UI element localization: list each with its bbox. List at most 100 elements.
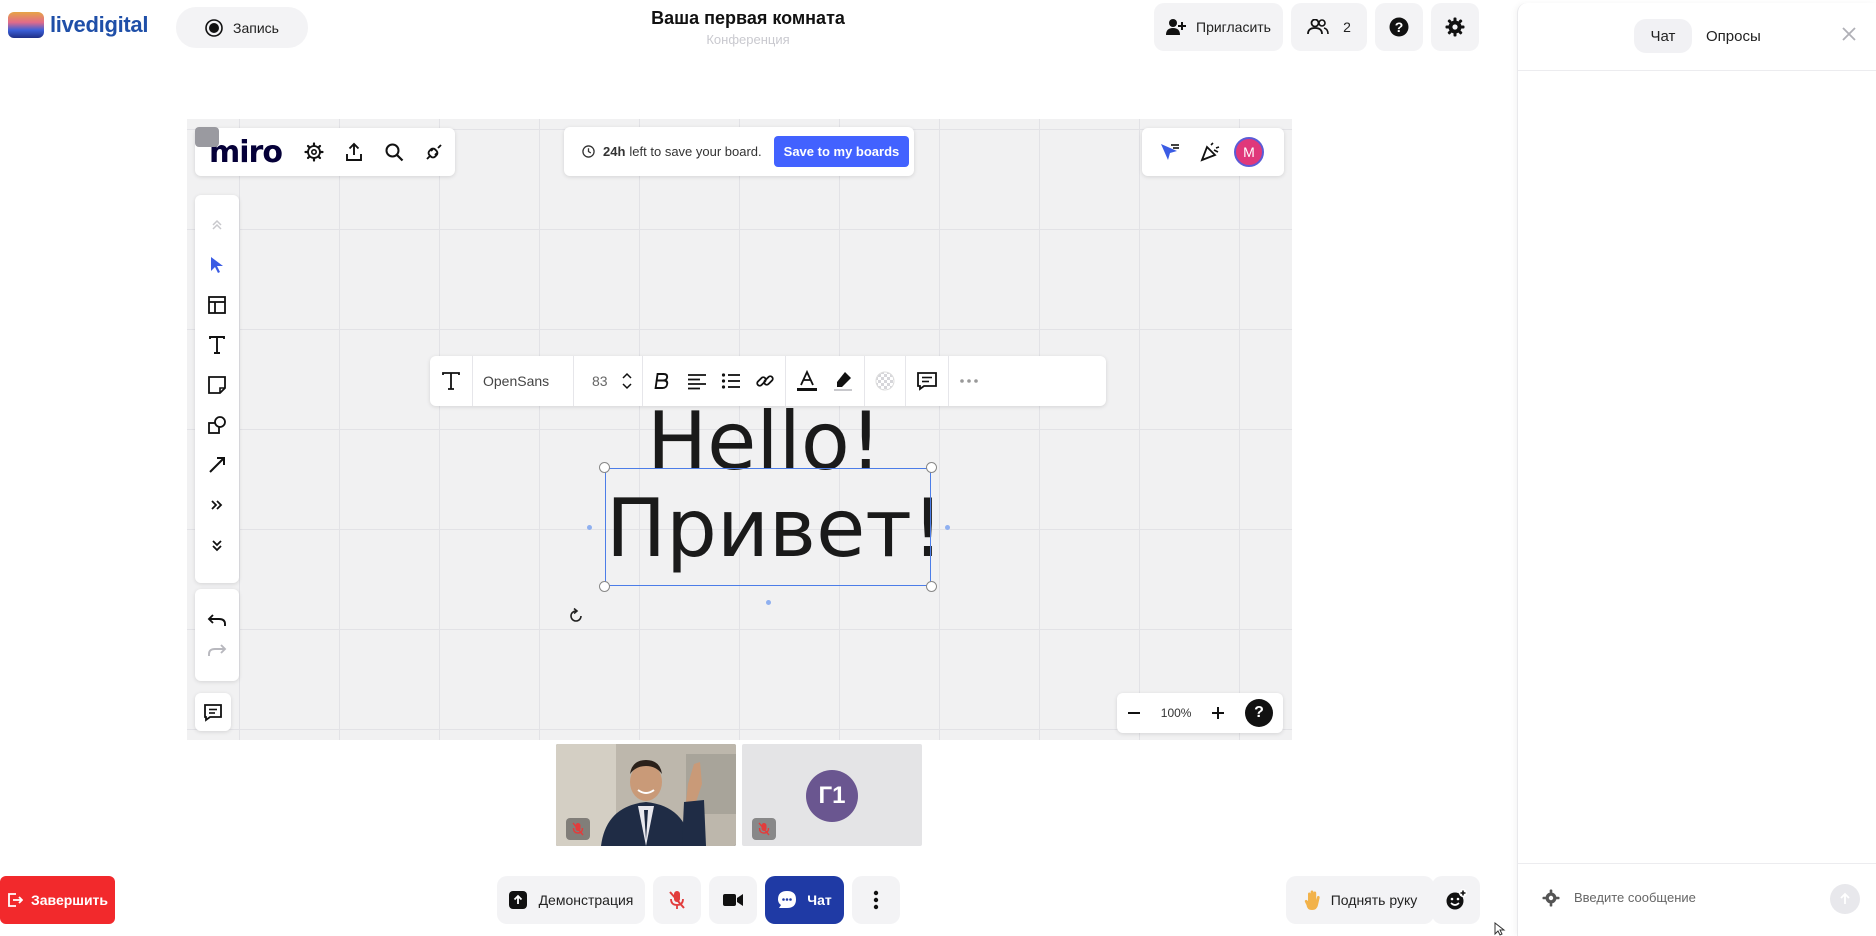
more-vertical-icon bbox=[873, 890, 879, 910]
comment-icon bbox=[203, 702, 223, 722]
text-tool-icon[interactable] bbox=[199, 329, 235, 360]
tab-polls[interactable]: Опросы bbox=[1706, 19, 1761, 53]
reactions-button[interactable] bbox=[1432, 876, 1480, 924]
bold-icon[interactable] bbox=[653, 371, 673, 391]
redo-icon[interactable] bbox=[207, 642, 227, 658]
raise-hand-label: Поднять руку bbox=[1330, 892, 1418, 908]
expand-icon[interactable] bbox=[195, 127, 219, 147]
video-tile-participant[interactable]: Г1 bbox=[742, 744, 922, 846]
add-emoji-icon bbox=[1445, 889, 1467, 911]
zoom-level[interactable]: 100% bbox=[1161, 706, 1192, 720]
send-arrow-icon bbox=[1840, 892, 1850, 904]
cursor-follow-icon[interactable] bbox=[1154, 136, 1186, 168]
app-logo[interactable]: livedigital bbox=[8, 12, 148, 38]
screen-share-button[interactable]: Демонстрация bbox=[497, 876, 645, 924]
camera-icon bbox=[723, 893, 743, 907]
help-icon: ? bbox=[1389, 17, 1409, 37]
plugins-icon[interactable] bbox=[414, 132, 454, 172]
more-menu-button[interactable] bbox=[852, 876, 900, 924]
record-button[interactable]: Запись bbox=[176, 7, 308, 48]
history-panel bbox=[195, 589, 239, 681]
templates-icon[interactable] bbox=[199, 289, 235, 320]
text-color-icon[interactable] bbox=[796, 370, 818, 392]
video-tile-self[interactable] bbox=[556, 744, 736, 846]
miro-help-button[interactable]: ? bbox=[1245, 699, 1273, 727]
font-size-segment: 83 bbox=[574, 356, 643, 406]
save-to-boards-button[interactable]: Save to my boards bbox=[773, 136, 910, 167]
selection-box[interactable] bbox=[599, 462, 937, 592]
muted-indicator bbox=[566, 818, 590, 840]
gear-icon bbox=[1445, 17, 1465, 37]
raise-hand-button[interactable]: Поднять руку bbox=[1286, 876, 1434, 924]
chat-toggle-button[interactable]: Чат bbox=[765, 876, 844, 924]
zoom-out-icon[interactable] bbox=[1127, 706, 1141, 720]
mouse-cursor-icon bbox=[1494, 922, 1506, 936]
side-handle-bottom[interactable] bbox=[766, 600, 771, 605]
share-export-icon[interactable] bbox=[334, 132, 374, 172]
board-settings-icon[interactable] bbox=[294, 132, 334, 172]
highlight-icon[interactable] bbox=[832, 370, 854, 392]
comment-segment bbox=[906, 356, 949, 406]
select-cursor-icon[interactable] bbox=[199, 249, 235, 280]
mic-muted-icon bbox=[668, 890, 686, 910]
search-icon[interactable] bbox=[374, 132, 414, 172]
more-segment bbox=[949, 356, 989, 406]
send-button[interactable] bbox=[1830, 884, 1860, 914]
resize-handle-bottom-left[interactable] bbox=[599, 581, 610, 592]
link-icon[interactable] bbox=[755, 371, 775, 391]
close-icon[interactable] bbox=[1842, 27, 1856, 41]
zoom-in-icon[interactable] bbox=[1211, 706, 1225, 720]
text-type-icon[interactable] bbox=[440, 370, 462, 392]
room-title: Ваша первая комната bbox=[651, 8, 845, 28]
raised-hand-icon bbox=[1303, 889, 1323, 911]
transparent-fill-icon[interactable] bbox=[875, 371, 895, 391]
collapse-down-icon[interactable] bbox=[199, 529, 235, 560]
user-avatar[interactable]: M bbox=[1234, 137, 1264, 167]
end-call-button[interactable]: Завершить bbox=[0, 876, 115, 924]
undo-icon[interactable] bbox=[207, 612, 227, 628]
help-button[interactable]: ? bbox=[1375, 3, 1423, 51]
invite-label: Пригласить bbox=[1196, 19, 1271, 35]
collapse-up-icon[interactable] bbox=[199, 209, 235, 240]
miro-logo[interactable]: miro bbox=[209, 135, 283, 170]
comments-toggle[interactable] bbox=[195, 693, 231, 731]
align-left-icon[interactable] bbox=[687, 372, 707, 390]
bullet-list-icon[interactable] bbox=[721, 372, 741, 390]
invite-button[interactable]: Пригласить bbox=[1154, 3, 1283, 51]
rotate-handle-icon[interactable] bbox=[567, 607, 585, 625]
zoom-controls: 100% ? bbox=[1117, 693, 1283, 733]
sticky-note-icon[interactable] bbox=[199, 369, 235, 400]
font-size-input[interactable]: 83 bbox=[592, 373, 608, 389]
save-board-banner: 24h left to save your board. Save to my … bbox=[564, 127, 914, 176]
chat-input-row: Введите сообщение bbox=[1518, 863, 1876, 931]
resize-handle-bottom-right[interactable] bbox=[926, 581, 937, 592]
more-options-icon[interactable] bbox=[959, 378, 979, 384]
font-size-stepper-icon[interactable] bbox=[622, 371, 632, 391]
font-family-segment: OpenSans bbox=[473, 356, 574, 406]
side-handle-right[interactable] bbox=[945, 525, 950, 530]
microphone-toggle[interactable] bbox=[653, 876, 701, 924]
miro-tools-panel bbox=[195, 195, 239, 583]
shapes-icon[interactable] bbox=[199, 409, 235, 440]
message-input[interactable]: Введите сообщение bbox=[1574, 890, 1696, 905]
celebrate-icon[interactable] bbox=[1194, 136, 1226, 168]
miro-board[interactable]: miro 24h left to save your board. Save t… bbox=[187, 119, 1292, 740]
chat-bubble-icon bbox=[777, 890, 797, 910]
camera-toggle[interactable] bbox=[709, 876, 757, 924]
connection-line-icon[interactable] bbox=[199, 449, 235, 480]
side-handle-left[interactable] bbox=[587, 525, 592, 530]
muted-indicator bbox=[752, 818, 776, 840]
more-tools-icon[interactable] bbox=[199, 489, 235, 520]
resize-handle-top-left[interactable] bbox=[599, 462, 610, 473]
miro-main-toolbar: miro bbox=[195, 128, 455, 176]
font-family-select[interactable]: OpenSans bbox=[483, 373, 563, 389]
settings-button[interactable] bbox=[1431, 3, 1479, 51]
tab-chat[interactable]: Чат bbox=[1634, 19, 1692, 53]
resize-handle-top-right[interactable] bbox=[926, 462, 937, 473]
add-comment-icon[interactable] bbox=[916, 371, 938, 391]
screen-share-label: Демонстрация bbox=[538, 892, 634, 908]
participants-count: 2 bbox=[1343, 19, 1351, 35]
participants-button[interactable]: 2 bbox=[1291, 3, 1367, 51]
add-user-icon bbox=[1166, 18, 1187, 36]
chat-settings-icon[interactable] bbox=[1542, 889, 1560, 907]
